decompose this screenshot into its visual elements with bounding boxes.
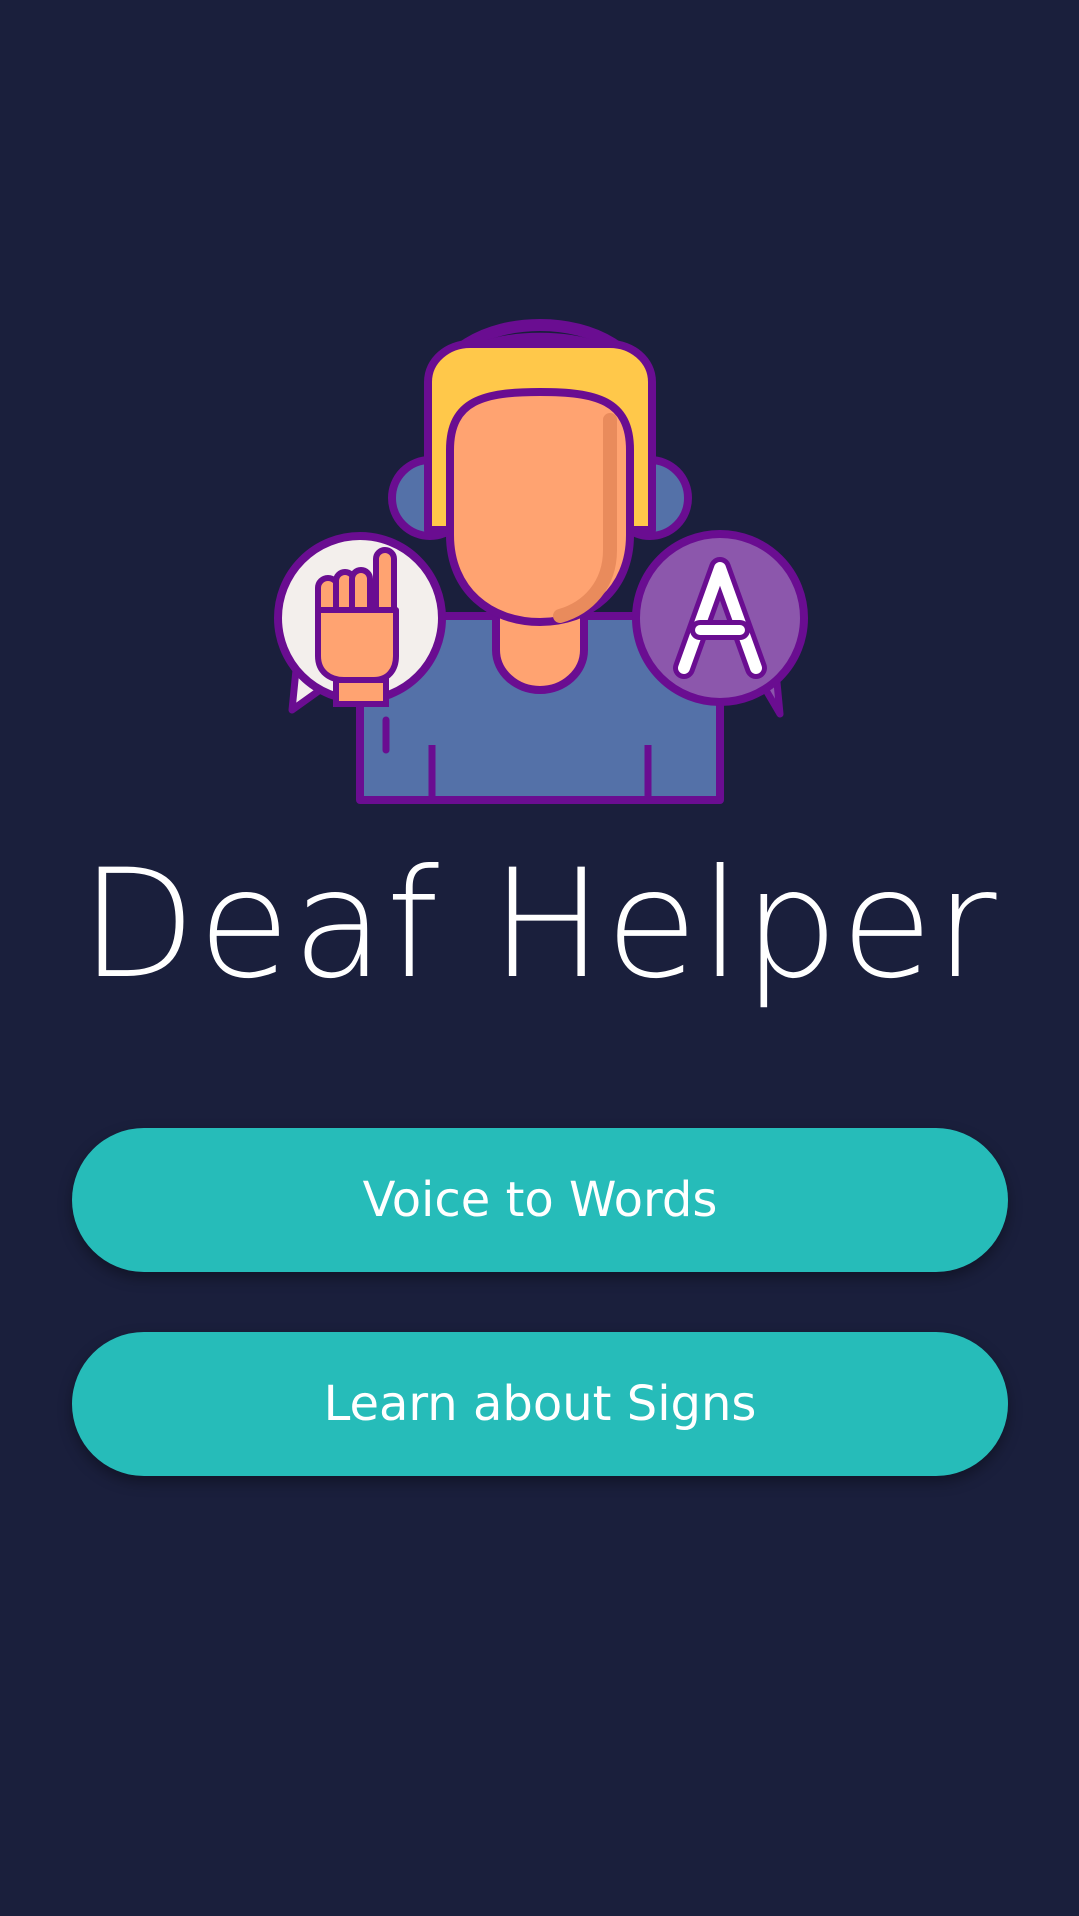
voice-to-words-button[interactable]: Voice to Words: [72, 1128, 1008, 1272]
voice-to-words-label: Voice to Words: [362, 1172, 718, 1228]
app-title: Deaf Helper: [80, 838, 999, 1012]
home-screen: Deaf Helper Voice to Words Learn about S…: [0, 0, 1079, 1916]
learn-about-signs-button[interactable]: Learn about Signs: [72, 1332, 1008, 1476]
deaf-person-signing-icon: [274, 319, 808, 804]
learn-about-signs-label: Learn about Signs: [323, 1376, 757, 1432]
